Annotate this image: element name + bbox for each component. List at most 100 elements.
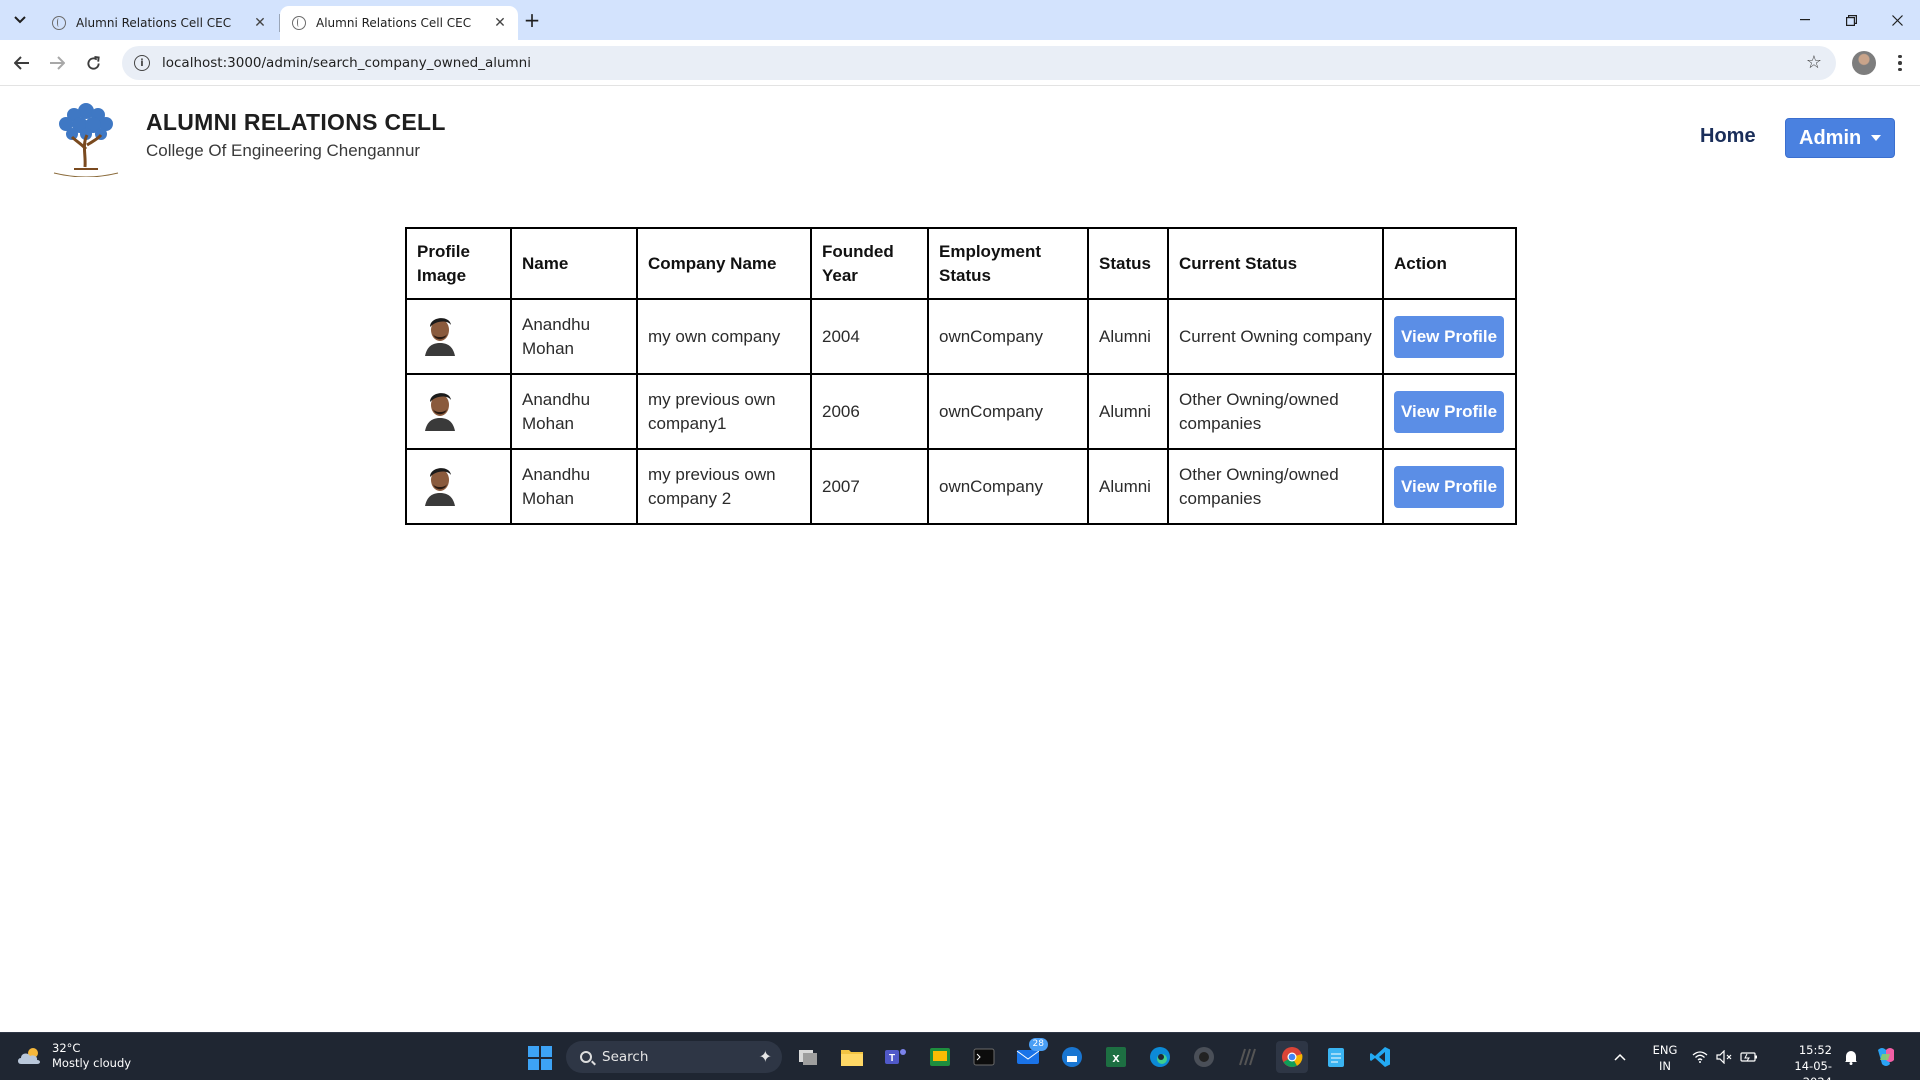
admin-dropdown-label: Admin bbox=[1799, 126, 1862, 149]
tab-title: Alumni Relations Cell CEC bbox=[316, 16, 472, 30]
site-info-icon[interactable]: i bbox=[134, 55, 150, 71]
file-explorer-icon[interactable] bbox=[836, 1041, 868, 1073]
tab-title: Alumni Relations Cell CEC bbox=[76, 16, 232, 30]
windows-start-icon[interactable] bbox=[528, 1046, 552, 1070]
teams-icon[interactable]: T bbox=[880, 1041, 912, 1073]
table-header-row: Profile Image Name Company Name Founded … bbox=[405, 227, 1517, 300]
svg-text:x: x bbox=[1112, 1050, 1120, 1065]
mail-unread-badge: 28 bbox=[1028, 1038, 1048, 1051]
employment-status-cell: ownCompany bbox=[927, 298, 1089, 375]
name-cell: Anandhu Mohan bbox=[510, 298, 638, 375]
windows-taskbar: 32°C Mostly cloudy Search ✦ T 28 x ENG I… bbox=[0, 1032, 1920, 1080]
action-cell: View Profile bbox=[1382, 448, 1517, 525]
classroom-icon[interactable] bbox=[924, 1041, 956, 1073]
status-cell: Alumni bbox=[1087, 373, 1169, 450]
view-profile-button[interactable]: View Profile bbox=[1394, 315, 1504, 358]
weather-description: Mostly cloudy bbox=[52, 1056, 132, 1070]
company-cell: my previous own company1 bbox=[636, 373, 812, 450]
browser-menu-button[interactable] bbox=[1888, 49, 1912, 77]
college-logo bbox=[53, 103, 119, 177]
current-status-cell: Current Owning company bbox=[1167, 298, 1384, 375]
close-icon[interactable]: ✕ bbox=[252, 15, 268, 31]
weather-temperature: 32°C bbox=[52, 1041, 81, 1055]
current-status-cell: Other Owning/owned companies bbox=[1167, 448, 1384, 525]
action-cell: View Profile bbox=[1382, 373, 1517, 450]
terminal-icon[interactable] bbox=[968, 1041, 1000, 1073]
browser-tab-active[interactable]: Alumni Relations Cell CEC ✕ bbox=[280, 6, 518, 40]
store-icon[interactable] bbox=[1056, 1041, 1088, 1073]
bookmark-star-icon[interactable]: ☆ bbox=[1806, 52, 1822, 73]
restore-icon bbox=[1845, 14, 1857, 26]
profile-avatar[interactable] bbox=[1852, 51, 1876, 75]
address-bar[interactable]: i localhost:3000/admin/search_company_ow… bbox=[122, 46, 1836, 80]
employment-status-cell: ownCompany bbox=[927, 373, 1089, 450]
tab-search-button[interactable] bbox=[8, 8, 32, 32]
clock-time: 15:52 bbox=[1798, 1043, 1832, 1057]
battery-icon[interactable] bbox=[1740, 1033, 1758, 1080]
language-code: ENG bbox=[1652, 1043, 1678, 1057]
reload-button[interactable] bbox=[79, 49, 107, 77]
close-icon bbox=[1891, 14, 1903, 26]
column-header: Company Name bbox=[636, 227, 812, 300]
minimize-icon bbox=[1800, 19, 1810, 21]
taskbar-search-placeholder: Search bbox=[602, 1049, 649, 1065]
profile-image-cell bbox=[405, 448, 512, 525]
reload-icon bbox=[86, 55, 100, 70]
alumni-table: Profile Image Name Company Name Founded … bbox=[405, 227, 1517, 525]
browser-toolbar: i localhost:3000/admin/search_company_ow… bbox=[0, 40, 1920, 86]
excel-icon[interactable]: x bbox=[1100, 1041, 1132, 1073]
back-button[interactable] bbox=[8, 49, 36, 77]
copilot-icon[interactable] bbox=[1874, 1033, 1898, 1080]
weather-widget[interactable]: 32°C Mostly cloudy bbox=[16, 1041, 131, 1071]
search-icon bbox=[580, 1051, 592, 1063]
column-header: Name bbox=[510, 227, 638, 300]
globe-icon bbox=[52, 16, 66, 30]
site-title: ALUMNI RELATIONS CELL bbox=[146, 109, 446, 135]
clock-date: 14-05-2024 bbox=[1794, 1059, 1832, 1080]
close-icon[interactable]: ✕ bbox=[492, 15, 508, 31]
edge-icon[interactable] bbox=[1144, 1041, 1176, 1073]
show-hidden-icons-chevron[interactable] bbox=[1614, 1033, 1626, 1080]
view-profile-button[interactable]: View Profile bbox=[1394, 465, 1504, 508]
nav-home-link[interactable]: Home bbox=[1700, 125, 1756, 148]
language-indicator[interactable]: ENG IN bbox=[1650, 1042, 1680, 1074]
system-clock[interactable]: 15:52 14-05-2024 bbox=[1774, 1042, 1832, 1080]
arrow-left-icon bbox=[14, 56, 29, 70]
notification-bell-icon[interactable] bbox=[1844, 1033, 1858, 1080]
profile-photo bbox=[425, 393, 455, 431]
table-row: Anandhu Mohan my previous own company1 2… bbox=[405, 373, 1517, 450]
restore-button[interactable] bbox=[1828, 0, 1874, 40]
cloudy-weather-icon bbox=[18, 1048, 40, 1064]
forward-button[interactable] bbox=[43, 49, 71, 77]
search-highlight-icon: ✦ bbox=[758, 1047, 772, 1066]
svg-text:T: T bbox=[889, 1053, 895, 1064]
admin-dropdown-button[interactable]: Admin bbox=[1785, 118, 1895, 158]
status-cell: Alumni bbox=[1087, 298, 1169, 375]
wifi-icon[interactable] bbox=[1692, 1033, 1708, 1080]
vscode-icon[interactable] bbox=[1364, 1041, 1396, 1073]
view-profile-button[interactable]: View Profile bbox=[1394, 390, 1504, 433]
column-header: Profile Image bbox=[405, 227, 512, 300]
mail-icon[interactable]: 28 bbox=[1012, 1038, 1048, 1073]
taskbar-search-box[interactable]: Search ✦ bbox=[566, 1041, 782, 1073]
status-cell: Alumni bbox=[1087, 448, 1169, 525]
camera-app-icon[interactable] bbox=[1188, 1041, 1220, 1073]
minimize-button[interactable] bbox=[1782, 0, 1828, 40]
site-subtitle: College Of Engineering Chengannur bbox=[146, 141, 421, 160]
company-cell: my previous own company 2 bbox=[636, 448, 812, 525]
pen-tool-icon[interactable] bbox=[1232, 1041, 1264, 1073]
task-view-icon[interactable] bbox=[792, 1041, 824, 1073]
globe-icon bbox=[292, 16, 306, 30]
action-cell: View Profile bbox=[1382, 298, 1517, 375]
chrome-icon[interactable] bbox=[1276, 1041, 1308, 1073]
url-text[interactable]: localhost:3000/admin/search_company_owne… bbox=[162, 55, 531, 71]
arrow-right-icon bbox=[50, 56, 65, 70]
window-close-button[interactable] bbox=[1874, 0, 1920, 40]
profile-photo bbox=[425, 318, 455, 356]
founded-year-cell: 2006 bbox=[810, 373, 929, 450]
profile-photo bbox=[425, 468, 455, 506]
new-tab-button[interactable]: + bbox=[520, 8, 544, 32]
browser-tab[interactable]: Alumni Relations Cell CEC ✕ bbox=[40, 6, 278, 40]
notepad-icon[interactable] bbox=[1320, 1041, 1352, 1073]
volume-muted-icon[interactable] bbox=[1716, 1033, 1732, 1080]
